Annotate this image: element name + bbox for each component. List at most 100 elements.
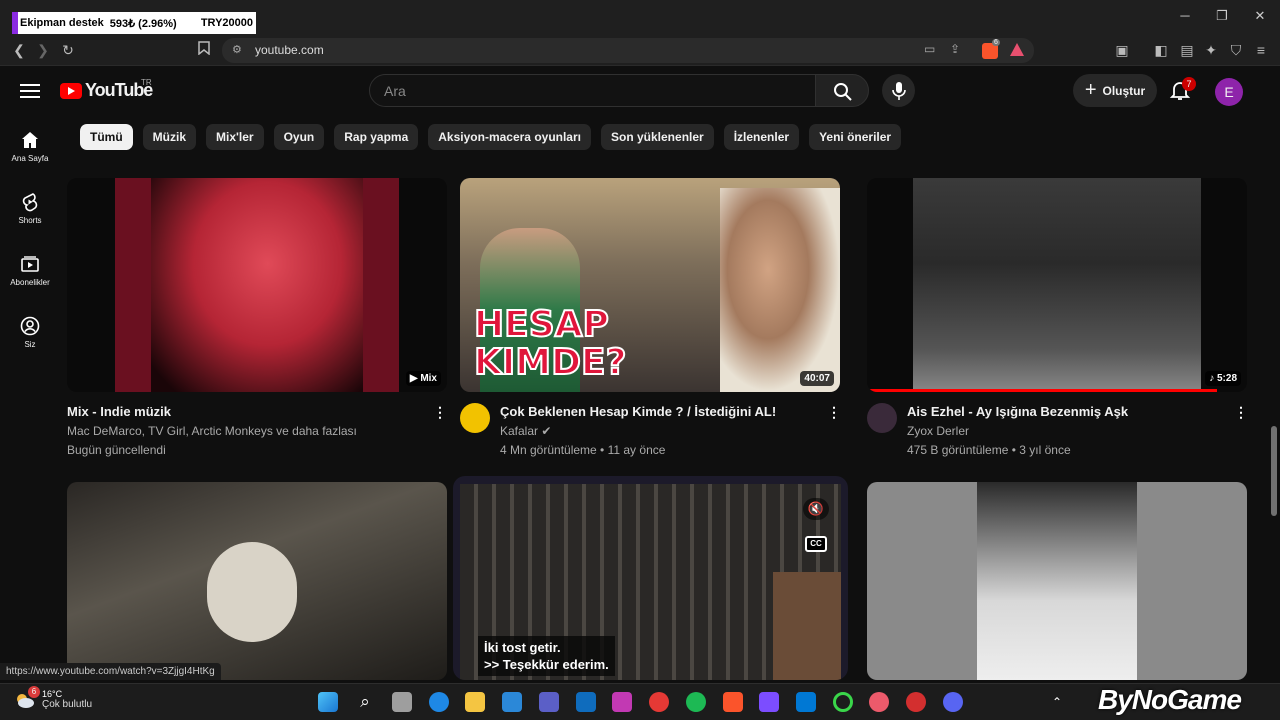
status-url: https://www.youtube.com/watch?v=3ZjjgI4H… xyxy=(0,663,221,680)
ticker-goal: TRY20000 xyxy=(200,17,253,29)
browser-titlebar: Ekipman destek 593₺ (2.96%) TRY20000 ─ ❐… xyxy=(0,0,1280,34)
outlook-icon[interactable] xyxy=(576,692,596,712)
video-stats: 4 Mn görüntüleme • 11 ay önce xyxy=(500,443,666,457)
spotify-icon[interactable] xyxy=(686,692,706,712)
more-options-icon[interactable]: ⋮ xyxy=(433,404,447,420)
thumbnail-art xyxy=(151,178,363,392)
video-meta: Bugün güncellendi xyxy=(67,443,166,457)
edge-icon[interactable] xyxy=(429,692,449,712)
more-options-icon[interactable]: ⋮ xyxy=(1234,404,1248,420)
video-thumbnail-2[interactable]: HESAP KIMDE? 40:07 xyxy=(460,178,840,392)
chrome-icon[interactable] xyxy=(649,692,669,712)
task-view-icon[interactable] xyxy=(392,692,412,712)
chip-rap[interactable]: Rap yapma xyxy=(334,124,419,150)
video-thumbnail-3[interactable]: ♪ 5:28 xyxy=(867,178,1247,392)
minimize-button[interactable]: ─ xyxy=(1173,6,1197,26)
channel-avatar-zyox[interactable] xyxy=(867,403,897,433)
sidebar-icon[interactable]: ◧ xyxy=(1150,40,1172,60)
sidebar-item-shorts[interactable]: Shorts xyxy=(0,192,60,225)
teams-icon[interactable] xyxy=(539,692,559,712)
subscriptions-icon xyxy=(21,256,39,272)
guide-menu-button[interactable] xyxy=(18,80,42,102)
chip-recently-uploaded[interactable]: Son yüklenenler xyxy=(601,124,714,150)
app-badge-icon[interactable] xyxy=(869,692,889,712)
yt-header: YouTube TR + Oluştur 7 E xyxy=(0,66,1268,116)
vscode-icon[interactable] xyxy=(796,692,816,712)
mute-icon[interactable]: 🔇 xyxy=(803,498,829,520)
chip-music[interactable]: Müzik xyxy=(142,124,197,150)
shields-count: 6 xyxy=(992,39,1000,46)
file-explorer-icon[interactable] xyxy=(465,692,485,712)
account-avatar[interactable]: E xyxy=(1215,78,1243,106)
plus-icon: + xyxy=(1084,79,1097,101)
weather-text: Çok bulutlu xyxy=(42,699,93,710)
forward-icon[interactable]: ❯ xyxy=(32,40,54,60)
duration-text: 5:28 xyxy=(1216,373,1237,384)
chevron-up-icon[interactable]: ⌃ xyxy=(1047,692,1067,712)
visual-studio-icon[interactable] xyxy=(759,692,779,712)
video-title[interactable]: Mix - Indie müzik xyxy=(67,404,171,419)
channel-name[interactable]: Zyox Derler xyxy=(907,424,969,438)
app-red-icon[interactable] xyxy=(906,692,926,712)
url-text: youtube.com xyxy=(255,43,324,57)
sidebar-label: Abonelikler xyxy=(10,278,50,287)
channel-avatar-kafalar[interactable] xyxy=(460,403,490,433)
user-icon xyxy=(20,316,40,336)
rewards-icon[interactable] xyxy=(1010,43,1024,56)
sidebar-item-home[interactable]: Ana Sayfa xyxy=(0,130,60,163)
chip-action-adventure[interactable]: Aksiyon-macera oyunları xyxy=(428,124,591,150)
share-icon[interactable]: ⇪ xyxy=(950,42,960,56)
youtube-play-icon xyxy=(60,82,82,99)
create-button[interactable]: + Oluştur xyxy=(1073,74,1157,107)
chip-mixes[interactable]: Mix'ler xyxy=(206,124,264,150)
sidebar-item-subscriptions[interactable]: Abonelikler xyxy=(0,254,60,287)
search-button[interactable] xyxy=(815,74,869,107)
page-scrollbar[interactable] xyxy=(1268,66,1280,683)
youtube-logo[interactable]: YouTube xyxy=(60,80,153,101)
bookmark-icon[interactable] xyxy=(193,40,215,60)
tab-ticker[interactable]: Ekipman destek 593₺ (2.96%) TRY20000 xyxy=(12,12,256,34)
maximize-button[interactable]: ❐ xyxy=(1210,6,1234,26)
close-button[interactable]: ✕ xyxy=(1248,6,1272,26)
cast-icon[interactable]: ▭ xyxy=(924,42,935,56)
sidebar-label: Siz xyxy=(24,340,36,349)
thumbnail-text: HESAP KIMDE? xyxy=(473,305,627,383)
weather-widget[interactable]: 16°C Çok bulutlu xyxy=(14,689,92,711)
voice-search-button[interactable] xyxy=(882,74,915,107)
store-icon[interactable] xyxy=(502,692,522,712)
wallet-icon[interactable]: ▤ xyxy=(1176,40,1198,60)
video-thumbnail-4[interactable] xyxy=(67,482,447,680)
back-icon[interactable]: ❮ xyxy=(8,40,30,60)
app-ring-icon[interactable] xyxy=(833,692,853,712)
windows-start-icon[interactable] xyxy=(318,692,338,712)
search-taskbar-icon[interactable]: ⌕ xyxy=(355,692,375,712)
video-thumbnail-1[interactable]: ▶ Mix xyxy=(67,178,447,392)
menu-icon[interactable]: ≡ xyxy=(1250,40,1272,60)
video-title[interactable]: Çok Beklenen Hesap Kimde ? / İstediğini … xyxy=(500,404,776,419)
channel-name-text: Kafalar xyxy=(500,424,539,438)
captions-icon[interactable]: CC xyxy=(805,536,827,552)
address-bar[interactable]: ⚙ youtube.com ▭ ⇪ 6 xyxy=(222,38,1034,63)
video-thumbnail-6[interactable] xyxy=(867,482,1247,680)
brave-icon[interactable] xyxy=(723,692,743,712)
sidebar-label: Ana Sayfa xyxy=(11,154,49,163)
chip-all[interactable]: Tümü xyxy=(80,124,133,150)
video-title[interactable]: Ais Ezhel - Ay Işığına Bezenmiş Aşk xyxy=(907,404,1128,419)
scrollbar-thumb[interactable] xyxy=(1271,426,1277,516)
discord-icon[interactable] xyxy=(943,692,963,712)
browser-navbar: ❮ ❯ ↻ ⚙ youtube.com ▭ ⇪ 6 ▣ ◧ ▤ ✦ ⛉ ≡ xyxy=(0,34,1280,66)
search-input[interactable] xyxy=(384,83,784,99)
vpn-icon[interactable]: ⛉ xyxy=(1225,40,1247,60)
channel-name[interactable]: Kafalar ✔ xyxy=(500,424,551,438)
office-icon[interactable] xyxy=(612,692,632,712)
more-options-icon[interactable]: ⋮ xyxy=(827,404,841,420)
chip-watched[interactable]: İzlenenler xyxy=(723,124,800,150)
chip-new-to-you[interactable]: Yeni öneriler xyxy=(809,124,902,150)
reader-icon[interactable]: ▣ xyxy=(1111,40,1133,60)
leo-icon[interactable]: ✦ xyxy=(1200,40,1222,60)
chip-gaming[interactable]: Oyun xyxy=(273,124,325,150)
reload-icon[interactable]: ↻ xyxy=(57,40,79,60)
create-label: Oluştur xyxy=(1102,83,1146,98)
sidebar-item-you[interactable]: Siz xyxy=(0,316,60,349)
site-info-icon[interactable]: ⚙ xyxy=(232,43,242,56)
